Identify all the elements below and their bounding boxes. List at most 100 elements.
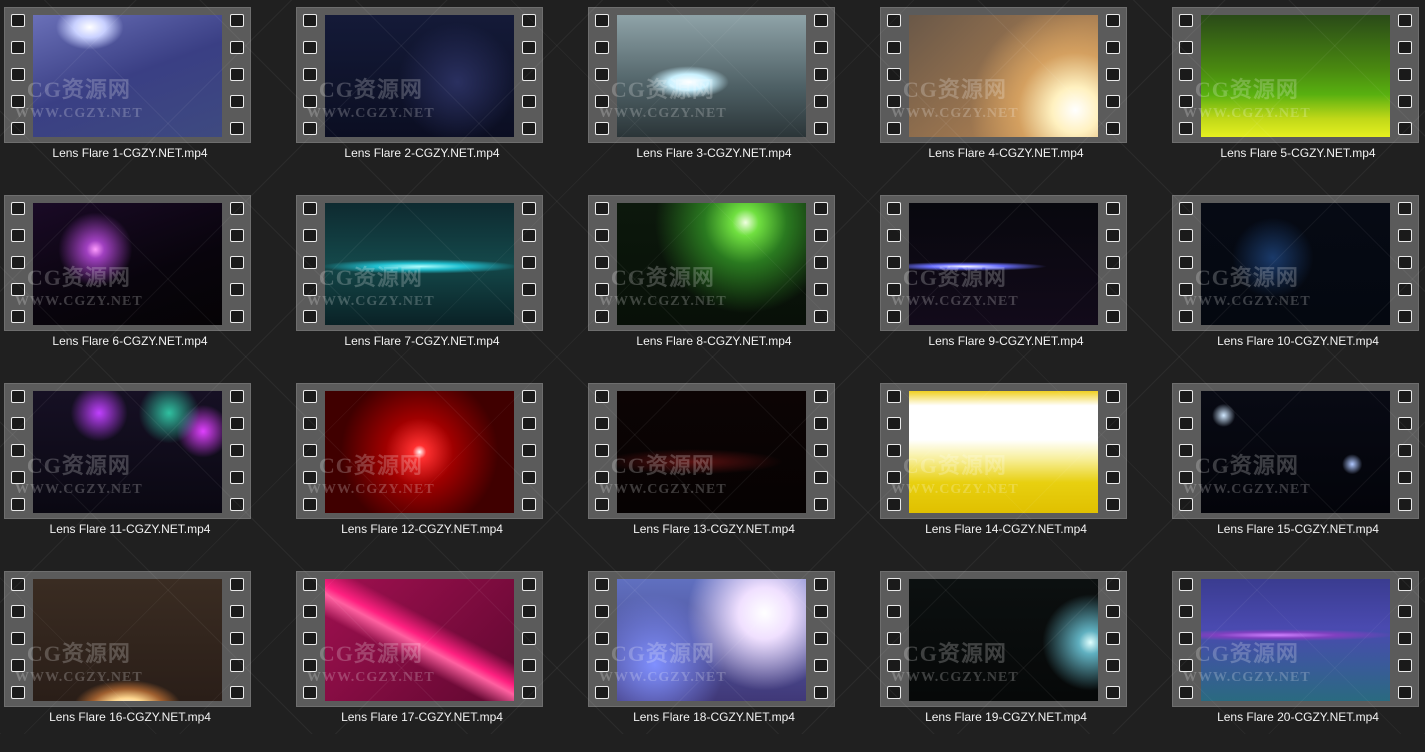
- file-item[interactable]: Lens Flare 13-CGZY.NET.mp4 CG资源网 WWW.CGZY.…: [584, 376, 876, 564]
- sprocket-hole: [1106, 122, 1120, 135]
- file-item[interactable]: Lens Flare 1-CGZY.NET.mp4 CG资源网 WWW.CGZY.N…: [0, 0, 292, 188]
- file-name: Lens Flare 7-CGZY.NET.mp4: [344, 334, 500, 348]
- sprocket-hole: [1179, 390, 1193, 403]
- file-item[interactable]: Lens Flare 11-CGZY.NET.mp4 CG资源网 WWW.CGZY.…: [0, 376, 292, 564]
- sprocket-hole: [1398, 471, 1412, 484]
- sprocket-hole: [11, 229, 25, 242]
- sprocket-hole: [595, 256, 609, 269]
- film-sprocket-strip: [1100, 572, 1126, 706]
- film-sprocket-strip: [297, 8, 323, 142]
- file-name: Lens Flare 9-CGZY.NET.mp4: [928, 334, 1084, 348]
- file-item[interactable]: Lens Flare 9-CGZY.NET.mp4 CG资源网 WWW.CGZY.N…: [876, 188, 1168, 376]
- sprocket-hole: [11, 498, 25, 511]
- sprocket-hole: [522, 578, 536, 591]
- sprocket-hole: [814, 310, 828, 323]
- video-thumbnail: [33, 15, 222, 137]
- sprocket-hole: [814, 95, 828, 108]
- film-sprocket-strip: [297, 196, 323, 330]
- video-thumbnail: [1201, 15, 1390, 137]
- sprocket-hole: [11, 605, 25, 618]
- sprocket-hole: [522, 632, 536, 645]
- video-thumbnail: [617, 203, 806, 325]
- sprocket-hole: [303, 68, 317, 81]
- video-thumbnail: [617, 15, 806, 137]
- sprocket-hole: [11, 14, 25, 27]
- sprocket-hole: [595, 95, 609, 108]
- video-file-icon: [1172, 571, 1419, 707]
- file-item[interactable]: Lens Flare 5-CGZY.NET.mp4 CG资源网 WWW.CGZY.N…: [1168, 0, 1425, 188]
- sprocket-hole: [595, 686, 609, 699]
- sprocket-hole: [595, 417, 609, 430]
- file-item[interactable]: Lens Flare 18-CGZY.NET.mp4 CG资源网 WWW.CGZY.…: [584, 564, 876, 752]
- sprocket-hole: [230, 659, 244, 672]
- film-sprocket-strip: [589, 572, 615, 706]
- sprocket-hole: [887, 95, 901, 108]
- sprocket-hole: [1398, 605, 1412, 618]
- film-sprocket-strip: [881, 572, 907, 706]
- sprocket-hole: [230, 578, 244, 591]
- sprocket-hole: [11, 686, 25, 699]
- sprocket-hole: [1398, 310, 1412, 323]
- file-item[interactable]: Lens Flare 19-CGZY.NET.mp4 CG资源网 WWW.CGZY.…: [876, 564, 1168, 752]
- sprocket-hole: [1179, 202, 1193, 215]
- sprocket-hole: [1398, 202, 1412, 215]
- file-item[interactable]: Lens Flare 15-CGZY.NET.mp4 CG资源网 WWW.CGZY.…: [1168, 376, 1425, 564]
- sprocket-hole: [595, 605, 609, 618]
- sprocket-hole: [887, 444, 901, 457]
- video-file-icon: [4, 195, 251, 331]
- sprocket-hole: [595, 578, 609, 591]
- file-item[interactable]: Lens Flare 16-CGZY.NET.mp4 CG资源网 WWW.CGZY.…: [0, 564, 292, 752]
- sprocket-hole: [303, 417, 317, 430]
- sprocket-hole: [1398, 578, 1412, 591]
- file-item[interactable]: Lens Flare 10-CGZY.NET.mp4 CG资源网 WWW.CGZY.…: [1168, 188, 1425, 376]
- sprocket-hole: [230, 14, 244, 27]
- file-item[interactable]: Lens Flare 7-CGZY.NET.mp4 CG资源网 WWW.CGZY.N…: [292, 188, 584, 376]
- file-item[interactable]: Lens Flare 12-CGZY.NET.mp4 CG资源网 WWW.CGZY.…: [292, 376, 584, 564]
- sprocket-hole: [595, 122, 609, 135]
- video-file-icon: [296, 195, 543, 331]
- file-item[interactable]: Lens Flare 20-CGZY.NET.mp4 CG资源网 WWW.CGZY.…: [1168, 564, 1425, 752]
- file-name: Lens Flare 8-CGZY.NET.mp4: [636, 334, 792, 348]
- sprocket-hole: [814, 417, 828, 430]
- film-sprocket-strip: [297, 572, 323, 706]
- sprocket-hole: [303, 390, 317, 403]
- sprocket-hole: [1398, 229, 1412, 242]
- sprocket-hole: [887, 256, 901, 269]
- sprocket-hole: [887, 283, 901, 296]
- sprocket-hole: [11, 310, 25, 323]
- sprocket-hole: [1179, 95, 1193, 108]
- sprocket-hole: [887, 632, 901, 645]
- sprocket-hole: [230, 122, 244, 135]
- sprocket-hole: [230, 498, 244, 511]
- sprocket-hole: [1106, 283, 1120, 296]
- sprocket-hole: [887, 122, 901, 135]
- file-item[interactable]: Lens Flare 14-CGZY.NET.mp4 CG资源网 WWW.CGZY.…: [876, 376, 1168, 564]
- sprocket-hole: [230, 68, 244, 81]
- sprocket-hole: [522, 471, 536, 484]
- sprocket-hole: [230, 202, 244, 215]
- video-thumbnail: [909, 579, 1098, 701]
- sprocket-hole: [814, 471, 828, 484]
- sprocket-hole: [814, 41, 828, 54]
- video-thumbnail: [909, 391, 1098, 513]
- sprocket-hole: [887, 202, 901, 215]
- file-name: Lens Flare 12-CGZY.NET.mp4: [341, 522, 503, 536]
- sprocket-hole: [1398, 256, 1412, 269]
- film-sprocket-strip: [1100, 8, 1126, 142]
- file-item[interactable]: Lens Flare 8-CGZY.NET.mp4 CG资源网 WWW.CGZY.N…: [584, 188, 876, 376]
- file-item[interactable]: Lens Flare 2-CGZY.NET.mp4 CG资源网 WWW.CGZY.N…: [292, 0, 584, 188]
- file-name: Lens Flare 10-CGZY.NET.mp4: [1217, 334, 1379, 348]
- sprocket-hole: [230, 310, 244, 323]
- video-file-icon: [296, 571, 543, 707]
- file-item[interactable]: Lens Flare 6-CGZY.NET.mp4 CG资源网 WWW.CGZY.N…: [0, 188, 292, 376]
- sprocket-hole: [230, 229, 244, 242]
- file-item[interactable]: Lens Flare 17-CGZY.NET.mp4 CG资源网 WWW.CGZY.…: [292, 564, 584, 752]
- file-name: Lens Flare 17-CGZY.NET.mp4: [341, 710, 503, 724]
- sprocket-hole: [303, 444, 317, 457]
- file-item[interactable]: Lens Flare 3-CGZY.NET.mp4 CG资源网 WWW.CGZY.N…: [584, 0, 876, 188]
- file-item[interactable]: Lens Flare 4-CGZY.NET.mp4 CG资源网 WWW.CGZY.N…: [876, 0, 1168, 188]
- sprocket-hole: [1106, 632, 1120, 645]
- sprocket-hole: [230, 95, 244, 108]
- sprocket-hole: [11, 444, 25, 457]
- sprocket-hole: [1106, 686, 1120, 699]
